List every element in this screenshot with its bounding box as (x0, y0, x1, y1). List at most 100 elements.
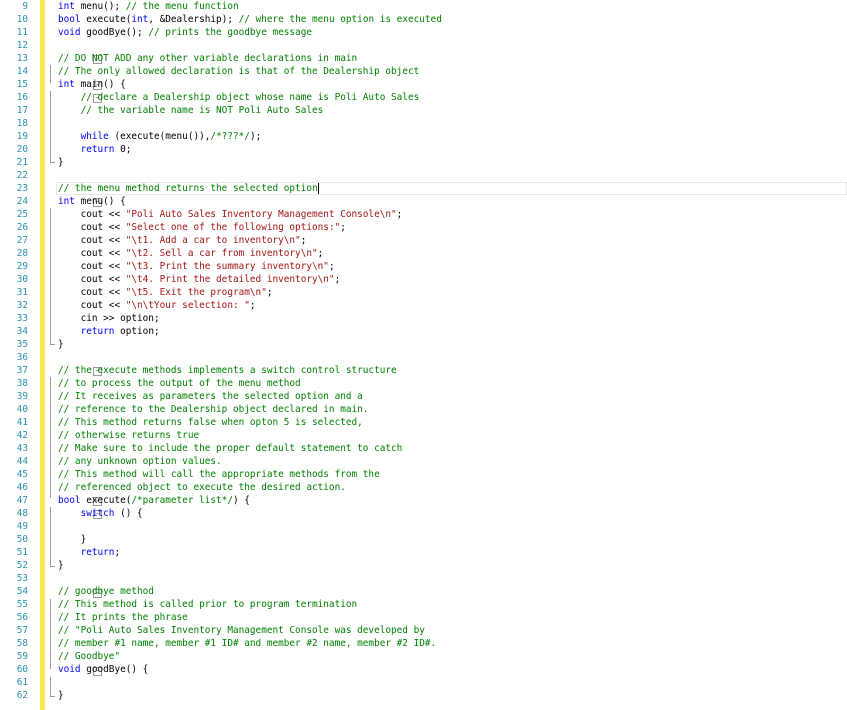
code-text[interactable]: return 0; (58, 143, 132, 156)
code-text[interactable]: return option; (58, 325, 160, 338)
code-line[interactable]: 11 void goodBye(); // prints the goodbye … (0, 26, 847, 39)
code-text[interactable]: int main() { (58, 78, 126, 91)
code-line[interactable]: 49 (0, 520, 847, 533)
code-line[interactable]: 31 cout << "\t5. Exit the program\n"; (0, 286, 847, 299)
code-line[interactable]: 21} (0, 156, 847, 169)
code-text[interactable]: cout << "Poli Auto Sales Inventory Manag… (58, 208, 403, 221)
code-line[interactable]: 25 cout << "Poli Auto Sales Inventory Ma… (0, 208, 847, 221)
code-line[interactable]: 61 (0, 676, 847, 689)
code-line[interactable]: 44 // any unknown option values. (0, 455, 847, 468)
code-line[interactable]: 15 int main() { (0, 78, 847, 91)
code-text[interactable]: // Goodbye" (58, 650, 120, 663)
code-line[interactable]: 41 // This method returns false when opto… (0, 416, 847, 429)
code-text[interactable]: // goodbye method (58, 585, 154, 598)
code-text[interactable]: // the execute methods implements a swit… (58, 364, 397, 377)
code-line[interactable]: 19 while (execute(menu()),/*???*/); (0, 130, 847, 143)
code-text[interactable]: // It receives as parameters the selecte… (58, 390, 363, 403)
code-text[interactable]: cout << "\t3. Print the summary inventor… (58, 260, 335, 273)
code-text[interactable]: cout << "\t4. Print the detailed invento… (58, 273, 341, 286)
code-text[interactable]: // the variable name is NOT Poli Auto Sa… (58, 104, 324, 117)
code-text[interactable]: while (execute(menu()),/*???*/); (58, 130, 262, 143)
code-line[interactable]: 59 // Goodbye" (0, 650, 847, 663)
code-text[interactable]: // to process the output of the menu met… (58, 377, 301, 390)
code-line[interactable]: 54 // goodbye method (0, 585, 847, 598)
code-line[interactable]: 60 void goodBye() { (0, 663, 847, 676)
code-line[interactable]: 24 int menu() { (0, 195, 847, 208)
code-text[interactable]: // "Poli Auto Sales Inventory Management… (58, 624, 425, 637)
code-line[interactable]: 12 (0, 39, 847, 52)
code-line[interactable]: 58 // member #1 name, member #1 ID# and m… (0, 637, 847, 650)
code-line[interactable]: 16 // declare a Dealership object whose … (0, 91, 847, 104)
code-line[interactable]: 20 return 0; (0, 143, 847, 156)
code-text[interactable]: // member #1 name, member #1 ID# and mem… (58, 637, 436, 650)
code-text[interactable]: void goodBye(); // prints the goodbye me… (58, 26, 312, 39)
code-line[interactable]: 43 // Make sure to include the proper def… (0, 442, 847, 455)
code-line[interactable]: 45 // This method will call the appropria… (0, 468, 847, 481)
code-text[interactable]: bool execute(int, &Dealership); // where… (58, 13, 442, 26)
code-line[interactable]: 14 // The only allowed declaration is tha… (0, 65, 847, 78)
code-text[interactable]: switch () { (58, 507, 143, 520)
code-line[interactable]: 37 // the execute methods implements a sw… (0, 364, 847, 377)
code-line[interactable]: 17 // the variable name is NOT Poli Auto… (0, 104, 847, 117)
code-text[interactable]: } (58, 559, 64, 572)
code-line[interactable]: 26 cout << "Select one of the following … (0, 221, 847, 234)
code-text[interactable]: // Make sure to include the proper defau… (58, 442, 402, 455)
code-line[interactable]: 13 // DO NOT ADD any other variable decla… (0, 52, 847, 65)
code-line[interactable]: 34 return option; (0, 325, 847, 338)
code-line[interactable]: 28 cout << "\t2. Sell a car from invento… (0, 247, 847, 260)
code-line[interactable]: 33 cin >> option; (0, 312, 847, 325)
code-text[interactable]: // This method returns false when opton … (58, 416, 363, 429)
code-line[interactable]: 48 switch () { (0, 507, 847, 520)
code-line[interactable]: 62} (0, 689, 847, 702)
code-editor[interactable]: − − − − − − − − − 9 int menu(); // the me… (0, 0, 847, 710)
code-text[interactable]: cout << "\n\tYour selection: "; (58, 299, 256, 312)
code-line[interactable]: 55 // This method is called prior to prog… (0, 598, 847, 611)
code-text[interactable]: // This method is called prior to progra… (58, 598, 357, 611)
code-text[interactable]: cout << "\t5. Exit the program\n"; (58, 286, 273, 299)
code-line[interactable]: 57 // "Poli Auto Sales Inventory Manageme… (0, 624, 847, 637)
code-line[interactable]: 47 bool execute(/*parameter list*/) { (0, 494, 847, 507)
code-line[interactable]: 18 (0, 117, 847, 130)
code-text[interactable]: } (58, 338, 64, 351)
code-text[interactable]: return; (58, 546, 121, 559)
code-line[interactable]: 53 (0, 572, 847, 585)
code-line[interactable]: 35} (0, 338, 847, 351)
code-line[interactable]: 22 (0, 169, 847, 182)
code-line[interactable]: 46 // referenced object to execute the de… (0, 481, 847, 494)
code-text[interactable]: cout << "\t1. Add a car to inventory\n"; (58, 234, 307, 247)
code-text[interactable]: } (58, 689, 64, 702)
code-text[interactable]: // any unknown option values. (58, 455, 222, 468)
code-text[interactable]: // DO NOT ADD any other variable declara… (58, 52, 357, 65)
code-line[interactable]: 9 int menu(); // the menu function (0, 0, 847, 13)
code-line[interactable]: 23 // the menu method returns the selecte… (0, 182, 847, 195)
code-line[interactable]: 36 (0, 351, 847, 364)
code-text[interactable]: // referenced object to execute the desi… (58, 481, 346, 494)
code-text[interactable]: // declare a Dealership object whose nam… (58, 91, 420, 104)
code-text[interactable]: cout << "Select one of the following opt… (58, 221, 346, 234)
code-text[interactable]: // The only allowed declaration is that … (58, 65, 419, 78)
code-line[interactable]: 56 // It prints the phrase (0, 611, 847, 624)
code-text[interactable]: // otherwise returns true (58, 429, 199, 442)
code-line[interactable]: 39 // It receives as parameters the selec… (0, 390, 847, 403)
code-line[interactable]: 27 cout << "\t1. Add a car to inventory\… (0, 234, 847, 247)
code-text[interactable]: } (58, 156, 64, 169)
code-text[interactable]: cout << "\t2. Sell a car from inventory\… (58, 247, 324, 260)
code-text[interactable]: } (58, 533, 87, 546)
code-line[interactable]: 38 // to process the output of the menu m… (0, 377, 847, 390)
code-line[interactable]: 40 // reference to the Dealership object … (0, 403, 847, 416)
code-line[interactable]: 30 cout << "\t4. Print the detailed inve… (0, 273, 847, 286)
code-line[interactable]: 42 // otherwise returns true (0, 429, 847, 442)
code-line[interactable]: 50 } (0, 533, 847, 546)
code-text[interactable]: // reference to the Dealership object de… (58, 403, 368, 416)
code-line[interactable]: 32 cout << "\n\tYour selection: "; (0, 299, 847, 312)
code-text[interactable]: int menu() { (58, 195, 126, 208)
code-text[interactable]: bool execute(/*parameter list*/) { (58, 494, 250, 507)
code-text[interactable]: void goodBye() { (58, 663, 148, 676)
code-line[interactable]: 29 cout << "\t3. Print the summary inven… (0, 260, 847, 273)
code-line[interactable]: 10 bool execute(int, &Dealership); // whe… (0, 13, 847, 26)
code-text[interactable]: int menu(); // the menu function (58, 0, 239, 13)
code-line[interactable]: 52} (0, 559, 847, 572)
code-text[interactable]: cin >> option; (58, 312, 160, 325)
code-line[interactable]: 51 return; (0, 546, 847, 559)
code-text[interactable]: // This method will call the appropriate… (58, 468, 380, 481)
